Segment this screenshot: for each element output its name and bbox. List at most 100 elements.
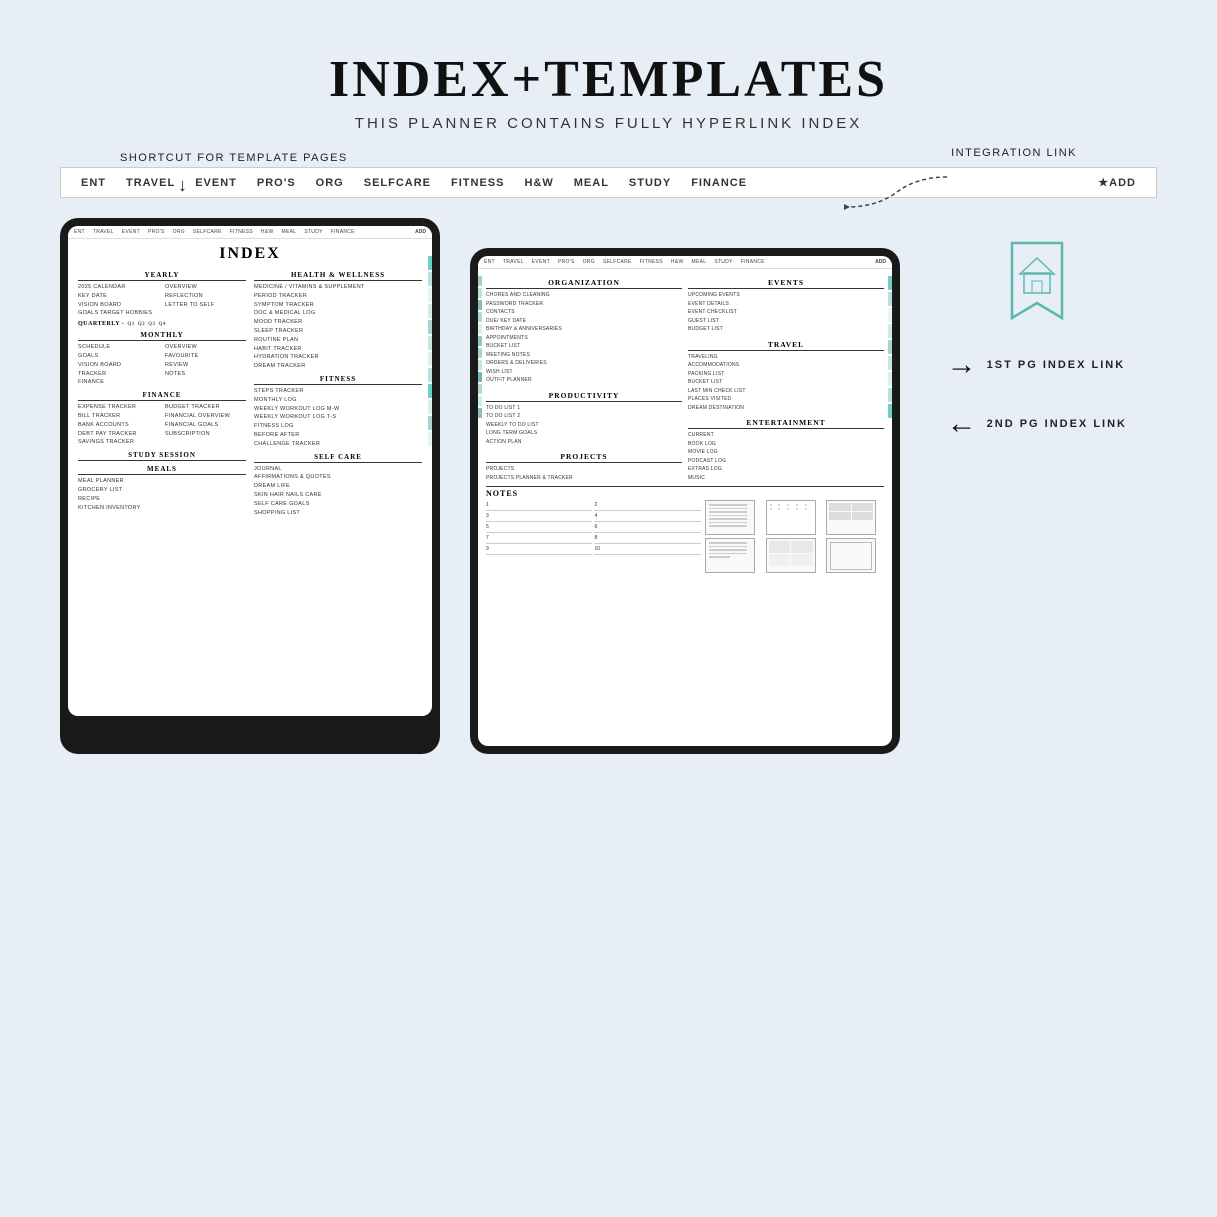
- org-item-10: WISH LIST: [486, 368, 682, 377]
- productivity-item-4: LONG TERM GOALS: [486, 429, 682, 438]
- org-item-6: APPOINTMENTS: [486, 334, 682, 343]
- t2-nav-add[interactable]: ADD: [875, 259, 886, 265]
- integration-label: INTEGRATION LINK: [951, 147, 1077, 159]
- yearly-item-2: KEY DATE: [78, 292, 159, 301]
- travel-item-7: DREAM DESTINATION: [688, 404, 884, 413]
- projects-item-1: PROJECTS: [486, 465, 682, 474]
- ent-item-6: MUSIC: [688, 474, 884, 483]
- yearly-item-7: LETTER TO SELF: [165, 301, 246, 310]
- travel-item-4: BUCKET LIST: [688, 378, 884, 387]
- yearly-item-6: REFLECTION: [165, 292, 246, 301]
- notes-title: NOTES: [486, 489, 884, 498]
- nav-item-add[interactable]: ★ADD: [1098, 176, 1136, 189]
- t1-nav-meal[interactable]: MEAL: [281, 229, 296, 235]
- org-item-2: PASSWORD TRACKER: [486, 300, 682, 309]
- notes-row-3: 3: [486, 511, 592, 522]
- fitness-item-7: CHALLENGE TRACKER: [254, 440, 422, 449]
- index-content: INDEX YEARLY 2025 CALENDAR KEY DATE VISI…: [68, 239, 432, 523]
- finance-title: FINANCE: [78, 391, 246, 401]
- nav-item-selfcare[interactable]: SELFCARE: [364, 177, 431, 189]
- nav-item-meal[interactable]: MEAL: [574, 177, 609, 189]
- yearly-item-1: 2025 CALENDAR: [78, 283, 159, 292]
- notes-row-4: 4: [594, 511, 700, 522]
- t1-nav-selfcare[interactable]: SELFCARE: [193, 229, 222, 235]
- t1-nav-fitness[interactable]: FITNESS: [230, 229, 253, 235]
- nav-item-event[interactable]: EVENT: [195, 177, 237, 189]
- tablet-2-screen: ENT TRAVEL EVENT PRO'S ORG SELFCARE FITN…: [478, 256, 892, 746]
- t2-nav-event[interactable]: EVENT: [532, 259, 550, 265]
- second-pg-annotation: ← 2ND PG INDEX LINK: [947, 407, 1127, 441]
- t1-nav-org[interactable]: ORG: [173, 229, 185, 235]
- monthly-item-4: TRACKER: [78, 370, 159, 379]
- org-item-11: OUTFIT PLANNER: [486, 376, 682, 385]
- nav-item-finance[interactable]: FINANCE: [691, 177, 747, 189]
- t1-nav-hw[interactable]: H&W: [261, 229, 274, 235]
- events-item-2: EVENT DETAILS: [688, 300, 884, 309]
- subtitle: THIS PLANNER CONTAINS FULLY HYPERLINK IN…: [60, 115, 1157, 132]
- nav-item-fitness[interactable]: FITNESS: [451, 177, 504, 189]
- projects-title: PROJECTS: [486, 452, 682, 463]
- hw-item-1: MEDICINE / VITAMINS & SUPPLEMENT: [254, 283, 422, 292]
- arrow-right-1: →: [947, 348, 977, 382]
- t2-nav-study[interactable]: STUDY: [714, 259, 732, 265]
- t2-nav-hw[interactable]: H&W: [671, 259, 684, 265]
- meal-item-2: GROCERY LIST: [78, 486, 246, 495]
- hw-item-8: HABIT TRACKER: [254, 345, 422, 354]
- t2-nav-fitness[interactable]: FITNESS: [640, 259, 663, 265]
- notes-row-5: 5: [486, 522, 592, 533]
- t2-nav-finance[interactable]: FINANCE: [741, 259, 765, 265]
- nav-item-ent[interactable]: ENT: [81, 177, 106, 189]
- org-item-7: BUCKET LIST: [486, 342, 682, 351]
- org-right-col: EVENTS UPCOMING EVENTS EVENT DETAILS EVE…: [688, 275, 884, 482]
- nav-item-org[interactable]: ORG: [316, 177, 344, 189]
- productivity-item-1: TO DO LIST 1: [486, 404, 682, 413]
- notes-row-9: 9: [486, 544, 592, 555]
- hw-item-5: MOOD TRACKER: [254, 318, 422, 327]
- page-container: INDEX+TEMPLATES THIS PLANNER CONTAINS FU…: [0, 0, 1217, 1217]
- tablet-2-frame: ENT TRAVEL EVENT PRO'S ORG SELFCARE FITN…: [470, 248, 900, 754]
- events-item-3: EVENT CHECKLIST: [688, 308, 884, 317]
- monthly-title: MONTHLY: [78, 331, 246, 341]
- t2-nav-selfcare[interactable]: SELFCARE: [603, 259, 632, 265]
- selfcare-item-3: DREAM LIFE: [254, 482, 422, 491]
- hw-item-10: DREAM TRACKER: [254, 362, 422, 371]
- t1-nav-finance[interactable]: FINANCE: [331, 229, 355, 235]
- org-left-col: ORGANIZATION CHORES AND CLEANING PASSWOR…: [486, 275, 682, 482]
- tablet-2-nav: ENT TRAVEL EVENT PRO'S ORG SELFCARE FITN…: [478, 256, 892, 269]
- t2-nav-meal[interactable]: MEAL: [691, 259, 706, 265]
- t2-nav-org[interactable]: ORG: [583, 259, 595, 265]
- finance-item-5: SAVINGS TRACKER: [78, 438, 159, 447]
- thumb-3: [826, 500, 876, 535]
- yearly-item-3: VISION BOARD: [78, 301, 159, 310]
- t2-nav-travel[interactable]: TRAVEL: [503, 259, 524, 265]
- org-item-1: CHORES AND CLEANING: [486, 291, 682, 300]
- thumb-6: [826, 538, 876, 573]
- nav-item-travel[interactable]: TRAVEL: [126, 177, 175, 189]
- nav-item-hw[interactable]: H&W: [524, 177, 553, 189]
- monthly-item-2: GOALS: [78, 352, 159, 361]
- finance-item-6: BUDGET TRACKER: [165, 403, 246, 412]
- t1-nav-ent[interactable]: ENT: [74, 229, 85, 235]
- thumb-5: [766, 538, 816, 573]
- study-title: STUDY SESSION: [78, 451, 246, 461]
- t1-nav-add[interactable]: ADD: [415, 229, 426, 235]
- home-icon-area: [947, 238, 1127, 328]
- hw-item-9: HYDRATION TRACKER: [254, 353, 422, 362]
- notes-row-2: 2: [594, 500, 700, 511]
- t1-nav-travel[interactable]: TRAVEL: [93, 229, 114, 235]
- meal-item-1: MEAL PLANNER: [78, 477, 246, 486]
- finance-item-4: DEBT PAY TRACKER: [78, 430, 159, 439]
- t1-nav-event[interactable]: EVENT: [122, 229, 140, 235]
- t1-nav-pros[interactable]: PRO'S: [148, 229, 165, 235]
- travel-item-2: ACCOMMODATIONS: [688, 361, 884, 370]
- t1-nav-study[interactable]: STUDY: [304, 229, 322, 235]
- monthly-item-8: REVIEW: [165, 361, 246, 370]
- org-item-3: CONTACTS: [486, 308, 682, 317]
- t2-nav-pros[interactable]: PRO'S: [558, 259, 575, 265]
- bookmark-home-icon: [1002, 238, 1072, 328]
- org-item-9: ORDERS & DELIVERIES: [486, 359, 682, 368]
- nav-item-pros[interactable]: PRO'S: [257, 177, 296, 189]
- nav-item-study[interactable]: STUDY: [629, 177, 671, 189]
- t2-nav-ent[interactable]: ENT: [484, 259, 495, 265]
- ent-item-5: EXTRAS LOG: [688, 465, 884, 474]
